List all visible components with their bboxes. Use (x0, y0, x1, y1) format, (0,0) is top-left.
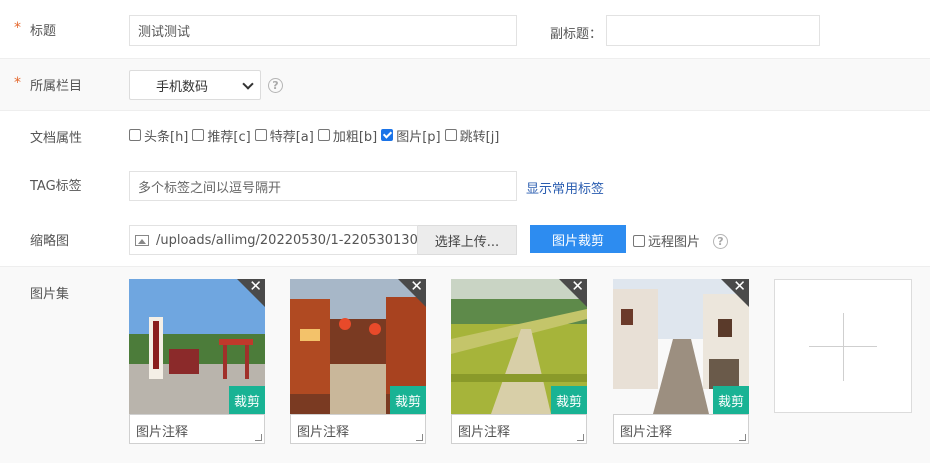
attr-checkbox[interactable]: 特荐[a] (254, 126, 314, 145)
gallery-item: ✕ 裁剪图片注释 (290, 279, 426, 444)
resize-grip-icon[interactable] (416, 434, 423, 441)
gallery-item: ✕ 裁剪图片注释 (451, 279, 587, 444)
help-icon[interactable]: ? (268, 78, 283, 93)
thumb-path-input[interactable]: /uploads/allimg/20220530/1-2205301309 (129, 225, 418, 255)
checkbox-box[interactable] (129, 129, 141, 141)
thumb-row: 缩略图 /uploads/allimg/20220530/1-220530130… (0, 212, 930, 267)
checkbox-box[interactable] (633, 234, 645, 247)
column-select-value: 手机数码 (156, 79, 209, 95)
checkbox-box[interactable] (381, 129, 394, 141)
crop-badge-button[interactable]: 裁剪 (551, 386, 587, 414)
checkbox-box[interactable] (192, 129, 205, 141)
image-note-textarea[interactable]: 图片注释 (613, 414, 749, 444)
attr-checkbox[interactable]: 推荐[c] (192, 126, 251, 145)
subtitle-label: 副标题： (550, 27, 603, 42)
village-lane-photo: ✕ 裁剪 (613, 279, 749, 414)
image-note-textarea[interactable]: 图片注释 (129, 414, 265, 444)
image-note-textarea[interactable]: 图片注释 (290, 414, 426, 444)
thumb-label: 缩略图 (30, 234, 70, 249)
attr-checkbox-label: 头条[h] (144, 129, 189, 145)
image-note-placeholder: 图片注释 (458, 425, 511, 440)
choose-upload-button[interactable]: 选择上传... (418, 225, 517, 255)
attr-checkbox-label: 跳转[j] (459, 129, 500, 145)
village-gate-photo: ✕ 裁剪 (129, 279, 265, 414)
help-icon[interactable]: ? (713, 234, 728, 249)
image-note-placeholder: 图片注释 (136, 425, 189, 440)
title-label: 标题 (30, 24, 57, 39)
remote-image-checkbox[interactable]: 远程图片 (633, 231, 700, 250)
column-row: * 所属栏目 手机数码 ? (0, 58, 930, 111)
required-mark: * (14, 20, 21, 36)
attr-checkbox[interactable]: 头条[h] (129, 126, 188, 145)
remote-image-label: 远程图片 (648, 235, 701, 250)
gallery-item: ✕ 裁剪图片注释 (613, 279, 749, 444)
resize-grip-icon[interactable] (739, 434, 746, 441)
attr-checkbox-label: 推荐[c] (207, 129, 251, 145)
close-icon[interactable]: ✕ (237, 279, 265, 307)
crop-badge-button[interactable]: 裁剪 (390, 386, 426, 414)
image-crop-button[interactable]: 图片裁剪 (530, 225, 626, 253)
checkbox-box[interactable] (317, 129, 330, 141)
column-label: 所属栏目 (30, 79, 83, 94)
close-icon[interactable]: ✕ (398, 279, 426, 307)
chevron-down-icon (242, 78, 254, 90)
attr-checkbox[interactable]: 加粗[b] (317, 126, 378, 145)
title-input[interactable]: 测试测试 (129, 15, 517, 46)
show-common-tags-link[interactable]: 显示常用标签 (526, 178, 604, 197)
tag-input[interactable]: 多个标签之间以逗号隔开 (129, 171, 517, 201)
attr-checkbox-label: 加粗[b] (332, 129, 378, 145)
image-icon (135, 234, 149, 246)
resize-grip-icon[interactable] (577, 434, 584, 441)
gallery-item: ✕ 裁剪图片注释 (129, 279, 265, 444)
attr-checkbox[interactable]: 图片[p] (381, 126, 441, 145)
subtitle-input[interactable] (606, 15, 820, 46)
old-street-photo: ✕ 裁剪 (290, 279, 426, 414)
close-icon[interactable]: ✕ (721, 279, 749, 307)
attr-label: 文档属性 (30, 131, 83, 146)
image-note-placeholder: 图片注释 (297, 425, 350, 440)
checkbox-box[interactable] (254, 129, 267, 141)
image-note-placeholder: 图片注释 (620, 425, 673, 440)
attr-checkbox-label: 特荐[a] (269, 129, 314, 145)
title-row: * 标题 测试测试 副标题： (0, 0, 930, 58)
tag-row: TAG标签 多个标签之间以逗号隔开 显示常用标签 (0, 159, 930, 212)
thumb-path-text: /uploads/allimg/20220530/1-2205301309 (156, 232, 418, 248)
terraced-fields-photo: ✕ 裁剪 (451, 279, 587, 414)
attr-checkbox-label: 图片[p] (396, 129, 441, 145)
column-select[interactable]: 手机数码 (129, 70, 261, 100)
image-note-textarea[interactable]: 图片注释 (451, 414, 587, 444)
required-mark: * (14, 75, 21, 91)
resize-grip-icon[interactable] (255, 434, 262, 441)
crop-badge-button[interactable]: 裁剪 (713, 386, 749, 414)
gallery-label: 图片集 (30, 287, 70, 302)
add-image-button[interactable] (774, 279, 912, 413)
crop-badge-button[interactable]: 裁剪 (229, 386, 265, 414)
tag-label: TAG标签 (30, 179, 82, 194)
checkbox-box[interactable] (444, 129, 457, 141)
attr-checkbox[interactable]: 跳转[j] (444, 126, 500, 145)
close-icon[interactable]: ✕ (559, 279, 587, 307)
attr-checkbox-group: 头条[h] 推荐[c] 特荐[a] 加粗[b] 图片[p] 跳转[j] (129, 111, 503, 159)
attr-row: 文档属性 头条[h] 推荐[c] 特荐[a] 加粗[b] 图片[p] 跳转[j] (0, 111, 930, 159)
